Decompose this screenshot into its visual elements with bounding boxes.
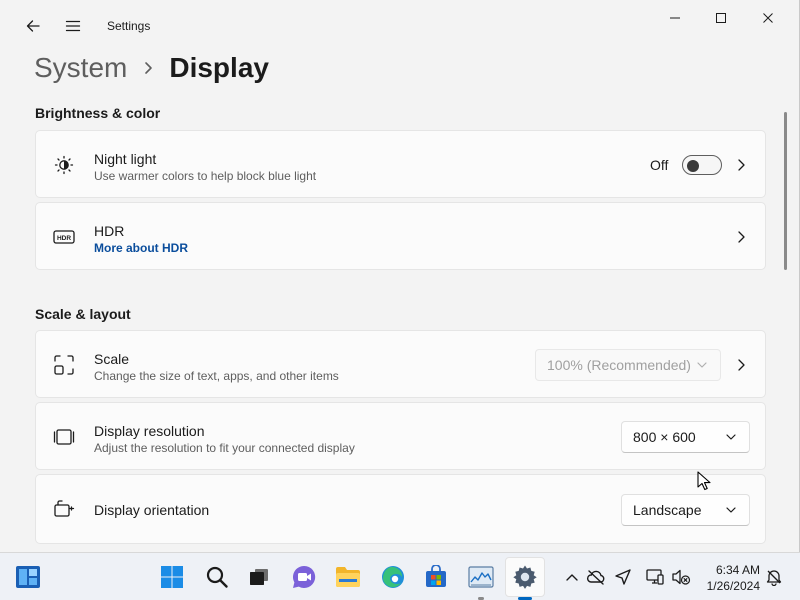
scale-dropdown: 100% (Recommended) [535, 349, 721, 381]
notification-bell-icon [766, 570, 782, 586]
task-view-icon [250, 569, 268, 585]
chevron-down-icon [726, 507, 736, 513]
night-light-title: Night light [94, 151, 157, 167]
section-scale-layout-title: Scale & layout [35, 306, 131, 322]
onedrive-button[interactable] [586, 567, 606, 587]
minimize-button[interactable] [652, 0, 698, 36]
hamburger-icon [65, 20, 81, 32]
clock-time: 6:34 AM [715, 563, 760, 577]
orientation-icon [52, 497, 76, 521]
chevron-right-icon[interactable] [731, 355, 751, 375]
notifications-button[interactable] [764, 567, 784, 587]
widgets-button[interactable] [12, 561, 44, 593]
network-icon [646, 569, 664, 585]
scale-card[interactable]: Scale Change the size of text, apps, and… [35, 330, 766, 398]
file-explorer-icon [336, 567, 360, 587]
back-button[interactable] [17, 10, 49, 42]
chevron-right-icon[interactable] [731, 155, 751, 175]
taskbar: 6:34 AM 1/26/2024 [0, 552, 800, 600]
settings-icon [513, 565, 537, 589]
mouse-cursor-icon [697, 471, 711, 491]
orientation-dropdown[interactable]: Landscape [621, 494, 750, 526]
hdr-title: HDR [94, 223, 125, 239]
task-view-button[interactable] [243, 561, 275, 593]
scale-dropdown-value: 100% (Recommended) [547, 357, 691, 373]
scale-icon [52, 353, 76, 377]
scale-title: Scale [94, 351, 130, 367]
title-bar: Settings [0, 0, 799, 48]
display-orientation-card: Display orientation Landscape [35, 474, 766, 544]
start-icon [161, 566, 183, 588]
resolution-icon [52, 425, 76, 449]
scale-description: Change the size of text, apps, and other… [94, 369, 339, 383]
display-resolution-title: Display resolution [94, 423, 205, 439]
menu-button[interactable] [57, 10, 89, 42]
chevron-right-icon [127, 61, 169, 75]
chevron-down-icon [697, 362, 707, 368]
more-about-hdr-link[interactable]: More about HDR [94, 241, 188, 255]
orientation-dropdown-value: Landscape [633, 502, 702, 518]
teams-chat-button[interactable] [288, 561, 320, 593]
volume-muted-icon [672, 569, 691, 585]
settings-window: Settings System Display Brightness & col… [0, 0, 800, 552]
hdr-icon: HDR [52, 225, 76, 249]
close-icon [763, 13, 773, 23]
app-title: Settings [107, 19, 151, 33]
display-resolution-card: Display resolution Adjust the resolution… [35, 402, 766, 470]
page-title: Display [169, 52, 269, 83]
maximize-button[interactable] [698, 0, 744, 36]
night-light-card[interactable]: Night light Use warmer colors to help bl… [35, 130, 766, 198]
section-brightness-title: Brightness & color [35, 105, 161, 121]
location-arrow-icon [615, 569, 631, 585]
show-hidden-icons-button[interactable] [562, 567, 582, 587]
network-button[interactable] [645, 567, 665, 587]
start-button[interactable] [156, 561, 188, 593]
volume-button[interactable] [671, 567, 691, 587]
breadcrumb: System Display [34, 48, 269, 88]
maximize-icon [716, 13, 726, 23]
edge-button[interactable] [377, 561, 409, 593]
task-manager-icon [468, 566, 494, 588]
resolution-dropdown-value: 800 × 600 [633, 429, 696, 445]
vertical-scrollbar[interactable] [784, 112, 787, 270]
search-button[interactable] [201, 561, 233, 593]
back-arrow-icon [26, 20, 40, 32]
svg-text:HDR: HDR [57, 235, 71, 242]
close-button[interactable] [745, 0, 791, 36]
night-light-state-label: Off [650, 157, 669, 173]
cloud-offline-icon [586, 570, 605, 585]
minimize-icon [670, 17, 680, 19]
toggle-knob [687, 160, 699, 172]
night-light-description: Use warmer colors to help block blue lig… [94, 169, 317, 183]
breadcrumb-system[interactable]: System [34, 52, 127, 84]
chevron-up-icon [566, 574, 578, 581]
edge-icon [382, 566, 404, 588]
store-icon [426, 565, 446, 587]
location-button[interactable] [613, 567, 633, 587]
display-resolution-description: Adjust the resolution to fit your connec… [94, 441, 355, 455]
night-light-toggle[interactable] [682, 155, 722, 175]
resolution-dropdown[interactable]: 800 × 600 [621, 421, 750, 453]
clock-date: 1/26/2024 [706, 579, 760, 593]
widgets-icon [16, 566, 40, 588]
task-manager-button[interactable] [465, 561, 497, 593]
hdr-card[interactable]: HDR HDR More about HDR [35, 202, 766, 270]
night-light-icon [52, 153, 76, 177]
chevron-down-icon [726, 434, 736, 440]
search-icon [206, 566, 228, 588]
settings-taskbar-button[interactable] [509, 561, 541, 593]
teams-chat-icon [292, 565, 316, 588]
file-explorer-button[interactable] [332, 561, 364, 593]
display-orientation-title: Display orientation [94, 502, 210, 518]
microsoft-store-button[interactable] [420, 561, 452, 593]
chevron-right-icon[interactable] [731, 227, 751, 247]
system-clock[interactable]: 6:34 AM 1/26/2024 [700, 562, 760, 594]
